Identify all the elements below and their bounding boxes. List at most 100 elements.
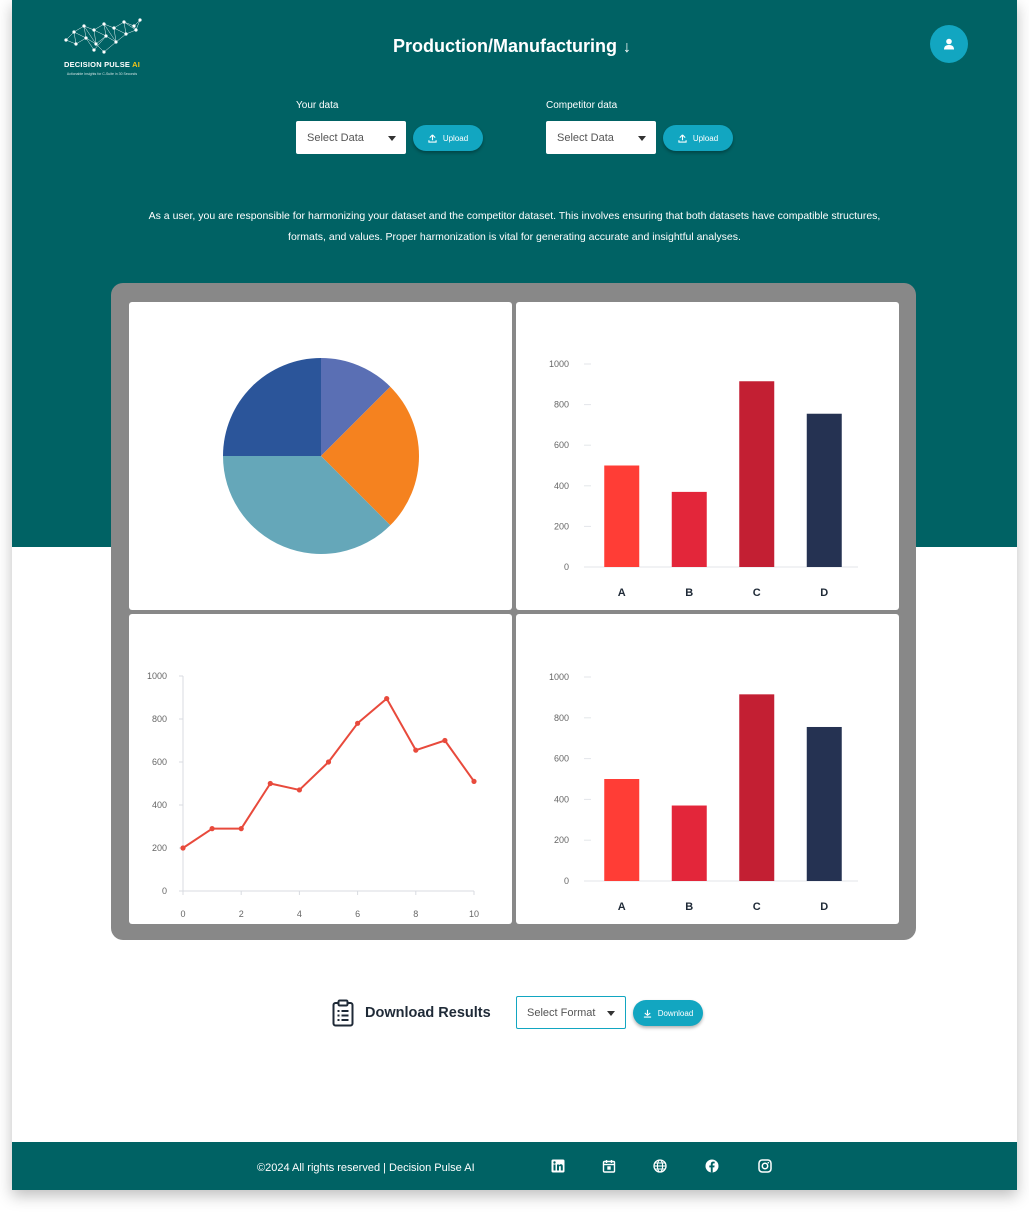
bar-chart-card-top: 0 200 400 600 800 1000 A B C D <box>516 302 899 610</box>
x-tick-label: D <box>820 587 828 599</box>
caret-down-icon <box>388 135 396 141</box>
upload-icon <box>678 134 687 143</box>
your-data-upload-button[interactable]: Upload <box>413 125 483 151</box>
bar <box>806 413 842 567</box>
data-point <box>384 695 390 702</box>
user-avatar-button[interactable] <box>930 25 968 63</box>
y-tick-label: 800 <box>152 714 167 724</box>
y-tick-label: 600 <box>554 754 569 764</box>
x-tick-label: A <box>618 587 626 599</box>
competitor-data-select[interactable]: Select Data <box>546 121 656 154</box>
x-tick-label: 6 <box>355 909 360 919</box>
y-tick-label: 200 <box>554 835 569 845</box>
linkedin-icon[interactable] <box>551 1159 565 1173</box>
bar <box>604 465 640 567</box>
download-button-label: Download <box>657 1008 694 1018</box>
bar-chart-card-bottom: 0 200 400 600 800 1000 A B C D <box>516 614 899 924</box>
harmonization-description: As a user, you are responsible for harmo… <box>148 210 881 243</box>
y-tick-label: 400 <box>152 800 167 810</box>
bar-chart-bottom: 0 200 400 600 800 1000 A B C D <box>549 672 858 913</box>
arrow-down-icon: ↓ <box>623 39 631 56</box>
upload-label: Upload <box>442 133 469 143</box>
facebook-icon[interactable] <box>705 1159 719 1173</box>
x-tick-label: 4 <box>297 909 302 919</box>
x-tick-label: 2 <box>239 909 244 919</box>
bar <box>806 726 842 881</box>
data-point <box>209 826 215 832</box>
data-point <box>267 780 273 787</box>
data-point <box>180 845 186 851</box>
upload-icon <box>428 134 437 143</box>
y-tick-label: 800 <box>554 400 569 410</box>
competitor-data-select-value: Select Data <box>557 131 614 144</box>
caret-down-icon <box>607 1010 615 1016</box>
line-chart: 0 200 400 600 800 1000 0 2 4 6 8 10 <box>147 671 479 919</box>
your-data-select[interactable]: Select Data <box>296 121 406 154</box>
app-frame: DECISION PULSE AI Actionable Insights fo… <box>12 0 1017 1190</box>
data-point <box>296 787 302 793</box>
y-tick-label: 400 <box>554 481 569 491</box>
data-point <box>413 747 419 753</box>
globe-icon[interactable] <box>653 1159 667 1173</box>
bar <box>671 805 707 881</box>
footer: ©2024 All rights reserved | Decision Pul… <box>12 1142 1017 1190</box>
y-tick-label: 600 <box>152 757 167 767</box>
pie-chart <box>223 358 419 554</box>
upload-label: Upload <box>692 133 719 143</box>
y-tick-label: 0 <box>564 876 569 886</box>
y-tick-label: 0 <box>162 886 167 896</box>
data-point <box>471 778 477 784</box>
user-avatar-icon <box>944 38 954 50</box>
x-tick-label: B <box>685 587 693 599</box>
x-tick-label: 0 <box>180 909 185 919</box>
brand-logo[interactable]: DECISION PULSE AI Actionable Insights fo… <box>52 16 152 80</box>
data-point <box>355 720 361 726</box>
download-icon <box>643 1009 651 1018</box>
bar <box>671 491 707 567</box>
x-tick-label: 8 <box>413 909 418 919</box>
format-select-value: Select Format <box>527 1006 596 1019</box>
x-tick-label: 10 <box>469 909 479 919</box>
your-data-group: Your data Select Data Upload <box>296 100 496 160</box>
charts-panel: 0 200 400 600 800 1000 A B C D 0 200 400 600 800 1000 0… <box>111 283 916 940</box>
y-tick-label: 200 <box>152 843 167 853</box>
bar <box>739 694 775 881</box>
y-tick-label: 1000 <box>549 672 569 682</box>
pie-slice <box>223 358 321 456</box>
footer-copyright: ©2024 All rights reserved | Decision Pul… <box>257 1162 475 1174</box>
competitor-data-group: Competitor data Select Data Upload <box>546 100 746 160</box>
download-button[interactable]: Download <box>633 1000 703 1026</box>
network-globe-icon <box>64 18 142 54</box>
caret-down-icon <box>638 135 646 141</box>
competitor-data-label: Competitor data <box>546 100 618 111</box>
bar <box>739 381 775 567</box>
x-tick-label: A <box>618 901 626 913</box>
download-results-title: Download Results <box>365 1005 491 1021</box>
format-select[interactable]: Select Format <box>516 996 626 1029</box>
y-tick-label: 200 <box>554 521 569 531</box>
your-data-label: Your data <box>296 100 339 111</box>
bar-chart-top: 0 200 400 600 800 1000 A B C D <box>549 359 858 599</box>
your-data-select-value: Select Data <box>307 131 364 144</box>
page-title[interactable]: Production/Manufacturing ↓ <box>372 36 652 57</box>
competitor-data-upload-button[interactable]: Upload <box>663 125 733 151</box>
brand-tagline: Actionable Insights for C-Suite in 30 Se… <box>66 72 138 76</box>
pie-chart-card <box>129 302 512 610</box>
y-tick-label: 400 <box>554 794 569 804</box>
series-line <box>182 697 475 849</box>
y-tick-label: 1000 <box>549 359 569 369</box>
x-tick-label: D <box>820 901 828 913</box>
data-point <box>238 826 244 832</box>
clipboard-list-icon <box>332 999 354 1027</box>
y-tick-label: 1000 <box>147 671 167 681</box>
data-point <box>325 759 332 765</box>
brand-name: DECISION PULSE AI <box>63 60 141 69</box>
data-point <box>442 737 448 744</box>
bar <box>604 779 640 881</box>
x-tick-label: C <box>753 587 761 599</box>
instagram-icon[interactable] <box>758 1159 772 1173</box>
x-tick-label: C <box>753 901 761 913</box>
calendar-icon[interactable] <box>602 1159 616 1173</box>
line-chart-card: 0 200 400 600 800 1000 0 2 4 6 8 10 <box>129 614 512 924</box>
x-tick-label: B <box>685 901 693 913</box>
